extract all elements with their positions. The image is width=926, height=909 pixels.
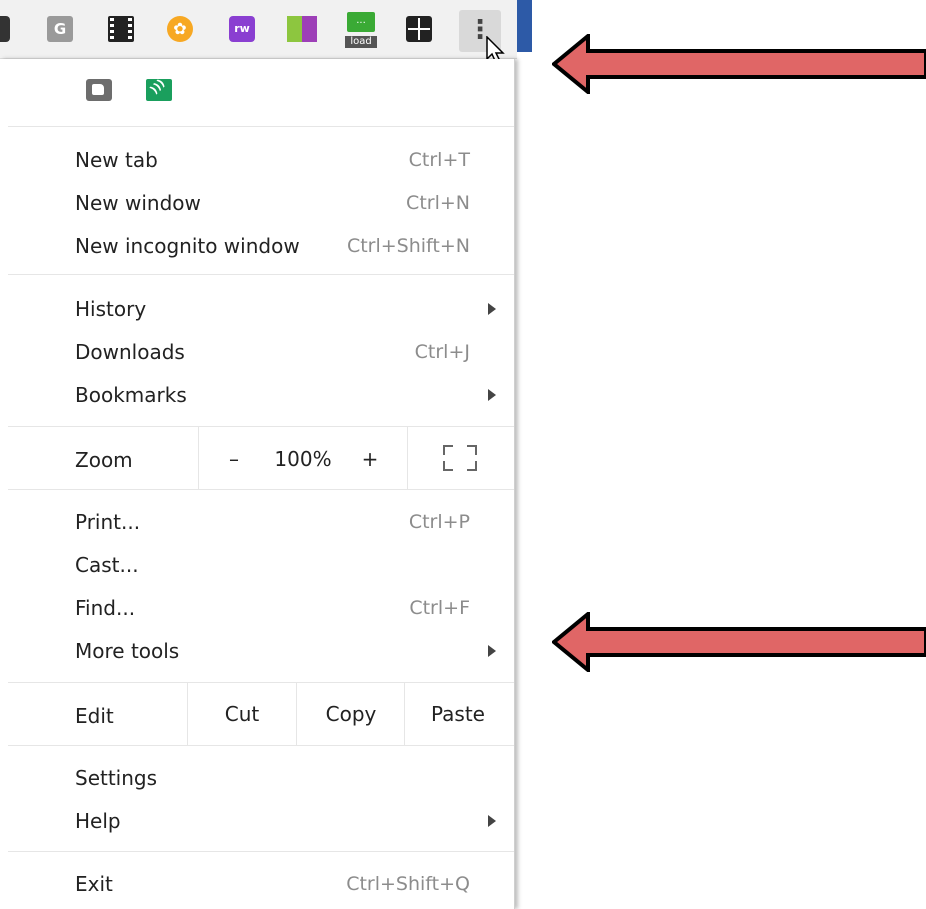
film-extension-icon[interactable]	[108, 16, 134, 42]
menu-separator	[8, 489, 514, 490]
fullscreen-icon[interactable]	[443, 445, 477, 471]
menu-item-cast[interactable]: Cast...	[75, 548, 470, 582]
cast-icon[interactable]	[146, 79, 172, 101]
zoom-out-button[interactable]: –	[222, 442, 246, 476]
load-extension-top: ...	[347, 12, 375, 32]
menu-item-bookmarks[interactable]: Bookmarks	[75, 378, 470, 412]
menu-item-history[interactable]: History	[75, 292, 470, 326]
zoom-in-button[interactable]: +	[358, 442, 382, 476]
dark-extension-icon[interactable]	[0, 16, 10, 42]
annotation-arrow-bottom	[552, 612, 926, 672]
submenu-arrow-icon	[488, 645, 496, 657]
menu-separator	[8, 682, 514, 683]
menu-separator	[8, 426, 514, 427]
load-extension-icon[interactable]: ... load	[345, 12, 377, 48]
menu-separator	[8, 274, 514, 275]
menu-item-new-incognito-window[interactable]: New incognito window Ctrl+Shift+N	[75, 229, 470, 263]
menu-item-exit[interactable]: Exit Ctrl+Shift+Q	[75, 867, 470, 901]
edit-label: Edit	[75, 704, 114, 728]
menu-item-new-window[interactable]: New window Ctrl+N	[75, 186, 470, 220]
menu-item-find[interactable]: Find... Ctrl+F	[75, 591, 470, 625]
extension-box-icon[interactable]	[86, 79, 112, 101]
menu-separator	[8, 851, 514, 852]
menu-separator	[8, 745, 514, 746]
menu-item-help[interactable]: Help	[75, 804, 470, 838]
zoom-divider	[198, 427, 199, 489]
menu-item-print[interactable]: Print... Ctrl+P	[75, 505, 470, 539]
menu-item-settings[interactable]: Settings	[75, 761, 470, 795]
chrome-main-menu: New tabCtrl+T New windowCtrl+N New incog…	[0, 59, 515, 909]
cut-button[interactable]: Cut	[188, 697, 296, 731]
menu-item-more-tools[interactable]: More tools	[75, 634, 470, 668]
menu-item-downloads[interactable]: Downloads Ctrl+J	[75, 335, 470, 369]
zoom-label: Zoom	[75, 448, 133, 472]
g-extension-icon[interactable]: G	[47, 16, 73, 42]
page-edge	[517, 0, 532, 52]
submenu-arrow-icon	[488, 815, 496, 827]
zoom-divider	[407, 427, 408, 489]
load-extension-label: load	[345, 36, 377, 48]
grid-extension-icon[interactable]	[406, 16, 432, 42]
browser-toolbar: G ✿ rw ... load ⋮	[0, 0, 517, 65]
star-extension-icon[interactable]: ✿	[167, 16, 193, 42]
menu-separator	[8, 126, 514, 127]
menu-item-new-tab[interactable]: New tab Ctrl+T	[75, 143, 470, 177]
zoom-level: 100%	[274, 447, 332, 471]
color-bars-extension-icon[interactable]	[287, 16, 317, 42]
submenu-arrow-icon	[488, 303, 496, 315]
paste-button[interactable]: Paste	[405, 697, 511, 731]
submenu-arrow-icon	[488, 389, 496, 401]
copy-button[interactable]: Copy	[297, 697, 405, 731]
puzzle-rw-extension-icon[interactable]: rw	[229, 16, 255, 42]
annotation-arrow-top	[552, 34, 926, 94]
